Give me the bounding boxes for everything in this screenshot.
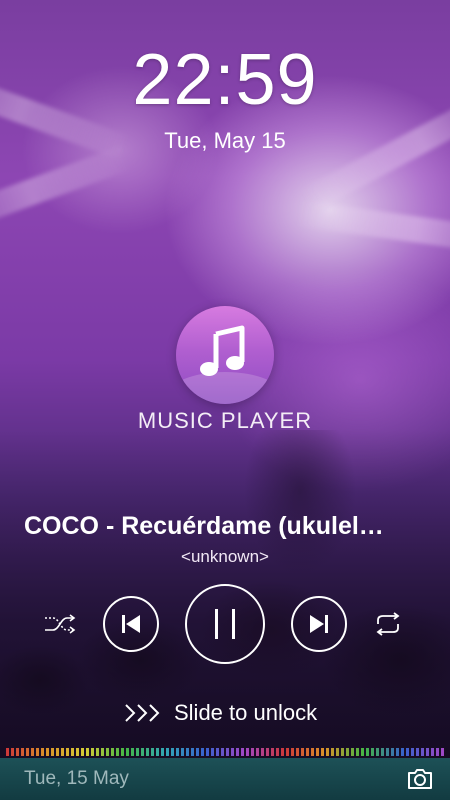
light-beam xyxy=(0,145,131,239)
camera-button[interactable] xyxy=(406,767,434,791)
skip-previous-icon xyxy=(122,615,140,633)
bottom-bar: Tue, 15 May xyxy=(0,758,450,800)
camera-icon xyxy=(408,769,432,789)
repeat-icon xyxy=(376,612,400,636)
shuffle-button[interactable] xyxy=(42,606,78,642)
slide-to-unlock-label: Slide to unlock xyxy=(174,700,318,725)
app-logo xyxy=(176,306,274,404)
pause-button[interactable] xyxy=(185,584,265,664)
lock-clock: 22:59 xyxy=(132,40,318,120)
pause-icon xyxy=(215,609,235,639)
lock-date: Tue, May 15 xyxy=(164,128,286,153)
equalizer-visualizer xyxy=(6,748,444,756)
bottom-date: Tue, 15 May xyxy=(24,768,129,789)
chevrons-right-icon xyxy=(125,704,160,722)
track-title: COCO - Recuérdame (ukulel… xyxy=(24,512,384,540)
skip-next-icon xyxy=(310,615,328,633)
music-note-icon xyxy=(200,325,245,376)
next-button[interactable] xyxy=(291,596,347,652)
app-logo-text: MUSIC PLAYER xyxy=(137,408,313,433)
track-artist: <unknown> xyxy=(181,547,269,566)
light-beam xyxy=(296,200,450,260)
slide-to-unlock[interactable]: Slide to unlock xyxy=(122,698,317,728)
shuffle-icon xyxy=(45,614,76,634)
previous-button[interactable] xyxy=(103,596,159,652)
repeat-button[interactable] xyxy=(370,606,406,642)
